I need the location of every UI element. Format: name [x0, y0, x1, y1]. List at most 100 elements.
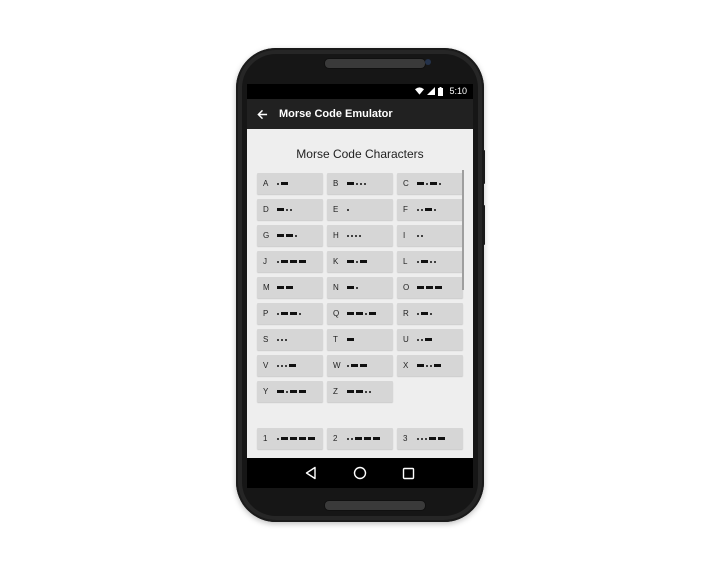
morse-code-symbols [277, 286, 293, 289]
letters-grid: A B C D E F G H I J K L M N O P Q R S T U V W X Y Z [257, 173, 465, 402]
key-character: G [263, 231, 270, 240]
morse-key-t[interactable]: T [327, 329, 393, 350]
signal-icon [427, 87, 436, 95]
dot-symbol [299, 312, 301, 315]
dot-symbol [434, 208, 436, 211]
morse-key-h[interactable]: H [327, 225, 393, 246]
dash-symbol [421, 312, 428, 315]
morse-key-n[interactable]: N [327, 277, 393, 298]
morse-code-symbols [277, 338, 287, 341]
dot-symbol [417, 208, 419, 211]
key-character: X [403, 361, 409, 370]
dot-symbol [426, 364, 428, 367]
dot-symbol [286, 390, 288, 393]
morse-code-symbols [347, 437, 380, 440]
dot-symbol [365, 390, 367, 393]
dash-symbol [290, 260, 297, 263]
morse-key-z[interactable]: Z [327, 381, 393, 402]
morse-key-v[interactable]: V [257, 355, 323, 376]
morse-key-p[interactable]: P [257, 303, 323, 324]
key-character: K [333, 257, 339, 266]
morse-key-s[interactable]: S [257, 329, 323, 350]
app-title: Morse Code Emulator [279, 108, 393, 120]
dash-symbol [369, 312, 376, 315]
dot-symbol [277, 338, 279, 341]
status-time: 5:10 [449, 86, 467, 96]
key-character: W [333, 361, 341, 370]
dot-symbol [356, 286, 358, 289]
key-character: E [333, 205, 339, 214]
morse-key-a[interactable]: A [257, 173, 323, 194]
dash-symbol [356, 390, 363, 393]
dash-symbol [277, 234, 284, 237]
dot-symbol [277, 364, 279, 367]
key-character: 1 [263, 434, 268, 443]
scrollbar[interactable] [462, 170, 464, 290]
dash-symbol [426, 286, 433, 289]
triangle-back-icon[interactable] [299, 461, 323, 485]
morse-key-i[interactable]: I [397, 225, 463, 246]
morse-key-3[interactable]: 3 [397, 428, 463, 449]
dash-symbol [347, 390, 354, 393]
morse-code-symbols [417, 286, 442, 289]
dash-symbol [308, 437, 315, 440]
morse-key-y[interactable]: Y [257, 381, 323, 402]
morse-key-k[interactable]: K [327, 251, 393, 272]
morse-key-x[interactable]: X [397, 355, 463, 376]
dot-symbol [426, 182, 428, 185]
dot-symbol [430, 312, 432, 315]
morse-key-1[interactable]: 1 [257, 428, 323, 449]
wifi-icon [415, 87, 425, 95]
morse-key-d[interactable]: D [257, 199, 323, 220]
dash-symbol [417, 364, 424, 367]
key-character: H [333, 231, 339, 240]
dot-symbol [421, 234, 423, 237]
morse-code-symbols [277, 390, 306, 393]
morse-code-symbols [277, 364, 296, 367]
morse-key-o[interactable]: O [397, 277, 463, 298]
morse-key-u[interactable]: U [397, 329, 463, 350]
circle-home-icon[interactable] [348, 461, 372, 485]
morse-key-r[interactable]: R [397, 303, 463, 324]
morse-key-b[interactable]: B [327, 173, 393, 194]
dot-symbol [356, 182, 358, 185]
dot-symbol [347, 208, 349, 211]
morse-code-symbols [417, 338, 432, 341]
key-character: N [333, 283, 339, 292]
morse-key-w[interactable]: W [327, 355, 393, 376]
square-recents-icon[interactable] [397, 461, 421, 485]
arrow-back-icon[interactable] [247, 99, 277, 129]
morse-key-j[interactable]: J [257, 251, 323, 272]
morse-code-symbols [417, 364, 441, 367]
morse-key-c[interactable]: C [397, 173, 463, 194]
section-heading: Morse Code Characters [296, 147, 424, 161]
key-character: P [263, 309, 269, 318]
key-character: O [403, 283, 410, 292]
morse-key-l[interactable]: L [397, 251, 463, 272]
dot-symbol [286, 208, 288, 211]
key-character: T [333, 335, 338, 344]
dash-symbol [277, 390, 284, 393]
dot-symbol [355, 234, 357, 237]
morse-code-symbols [277, 234, 297, 237]
morse-key-q[interactable]: Q [327, 303, 393, 324]
morse-key-g[interactable]: G [257, 225, 323, 246]
dot-symbol [439, 182, 441, 185]
morse-key-f[interactable]: F [397, 199, 463, 220]
key-character: S [263, 335, 269, 344]
morse-key-m[interactable]: M [257, 277, 323, 298]
morse-key-2[interactable]: 2 [327, 428, 393, 449]
key-character: C [403, 179, 409, 188]
dot-symbol [417, 260, 419, 263]
key-character: V [263, 361, 269, 370]
dash-symbol [347, 338, 354, 341]
dot-symbol [277, 312, 279, 315]
dot-symbol [430, 260, 432, 263]
dot-symbol [356, 260, 358, 263]
dot-symbol [351, 437, 353, 440]
dash-symbol [356, 312, 363, 315]
dot-symbol [277, 260, 279, 263]
dot-symbol [347, 364, 349, 367]
morse-key-e[interactable]: E [327, 199, 393, 220]
dash-symbol [417, 286, 424, 289]
